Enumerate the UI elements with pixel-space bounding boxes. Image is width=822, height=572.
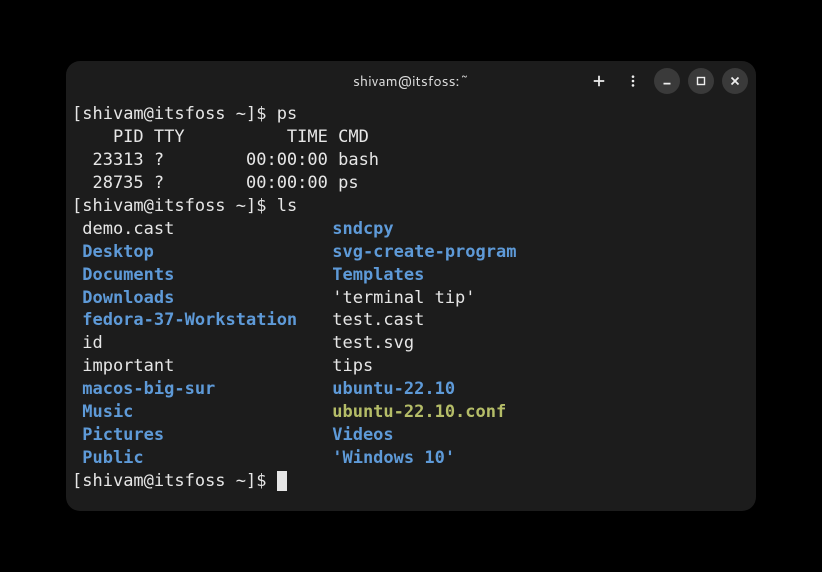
- ls-row: Documents Templates: [72, 264, 750, 287]
- ls-entry: Public: [72, 447, 322, 470]
- ls-entry: Documents: [72, 264, 322, 287]
- ls-row: fedora-37-Workstation test.cast: [72, 309, 750, 332]
- ls-row: important tips: [72, 355, 750, 378]
- ls-entry: test.cast: [322, 309, 424, 332]
- ls-entry: macos-big-sur: [72, 378, 322, 401]
- ps-header: PID TTY TIME CMD: [72, 127, 369, 147]
- ls-row: Downloads 'terminal tip': [72, 287, 750, 310]
- ls-row: Music ubuntu-22.10.conf: [72, 401, 750, 424]
- command-ps: ps: [277, 104, 297, 124]
- new-tab-button[interactable]: [586, 68, 612, 94]
- ls-entry: Music: [72, 401, 322, 424]
- ls-row: Public 'Windows 10': [72, 447, 750, 470]
- ls-entry: sndcpy: [322, 218, 394, 241]
- prompt-line: [shivam@itsfoss ~]$: [72, 104, 277, 124]
- ls-row: demo.cast sndcpy: [72, 218, 750, 241]
- ls-entry: 'Windows 10': [322, 447, 455, 470]
- ps-row: 28735 ? 00:00:00 ps: [72, 173, 359, 193]
- prompt-line: [shivam@itsfoss ~]$: [72, 196, 277, 216]
- ls-entry: Downloads: [72, 287, 322, 310]
- terminal-window: shivam@itsfoss:~ [shivam@itsfoss ~]$ ps …: [66, 61, 756, 511]
- prompt-line: [shivam@itsfoss ~]$: [72, 471, 277, 491]
- ls-row: Pictures Videos: [72, 424, 750, 447]
- ls-entry: important: [72, 355, 322, 378]
- ps-row: 23313 ? 00:00:00 bash: [72, 150, 379, 170]
- ls-entry: id: [72, 332, 322, 355]
- window-title: shivam@itsfoss:~: [353, 71, 469, 91]
- ls-row: id test.svg: [72, 332, 750, 355]
- titlebar: shivam@itsfoss:~: [66, 61, 756, 101]
- cursor: [277, 471, 287, 491]
- plus-icon: [592, 74, 606, 88]
- maximize-icon: [694, 74, 708, 88]
- ls-entry: ubuntu-22.10: [322, 378, 455, 401]
- ls-entry: ubuntu-22.10.conf: [322, 401, 506, 424]
- ls-entry: Templates: [322, 264, 424, 287]
- kebab-icon: [626, 74, 640, 88]
- ls-output: demo.cast sndcpy Desktop svg-create-prog…: [72, 218, 750, 470]
- ls-entry: fedora-37-Workstation: [72, 309, 322, 332]
- minimize-button[interactable]: [654, 68, 680, 94]
- ls-row: macos-big-sur ubuntu-22.10: [72, 378, 750, 401]
- ls-entry: demo.cast: [72, 218, 322, 241]
- ls-entry: 'terminal tip': [322, 287, 476, 310]
- maximize-button[interactable]: [688, 68, 714, 94]
- ls-row: Desktop svg-create-program: [72, 241, 750, 264]
- close-icon: [728, 74, 742, 88]
- ls-entry: test.svg: [322, 332, 414, 355]
- ls-entry: Pictures: [72, 424, 322, 447]
- titlebar-controls: [586, 68, 748, 94]
- minimize-icon: [660, 74, 674, 88]
- ls-entry: Desktop: [72, 241, 322, 264]
- terminal-body[interactable]: [shivam@itsfoss ~]$ ps PID TTY TIME CMD …: [66, 101, 756, 511]
- menu-button[interactable]: [620, 68, 646, 94]
- ls-entry: Videos: [322, 424, 394, 447]
- ls-entry: tips: [322, 355, 373, 378]
- command-ls: ls: [277, 196, 297, 216]
- ls-entry: svg-create-program: [322, 241, 516, 264]
- close-button[interactable]: [722, 68, 748, 94]
